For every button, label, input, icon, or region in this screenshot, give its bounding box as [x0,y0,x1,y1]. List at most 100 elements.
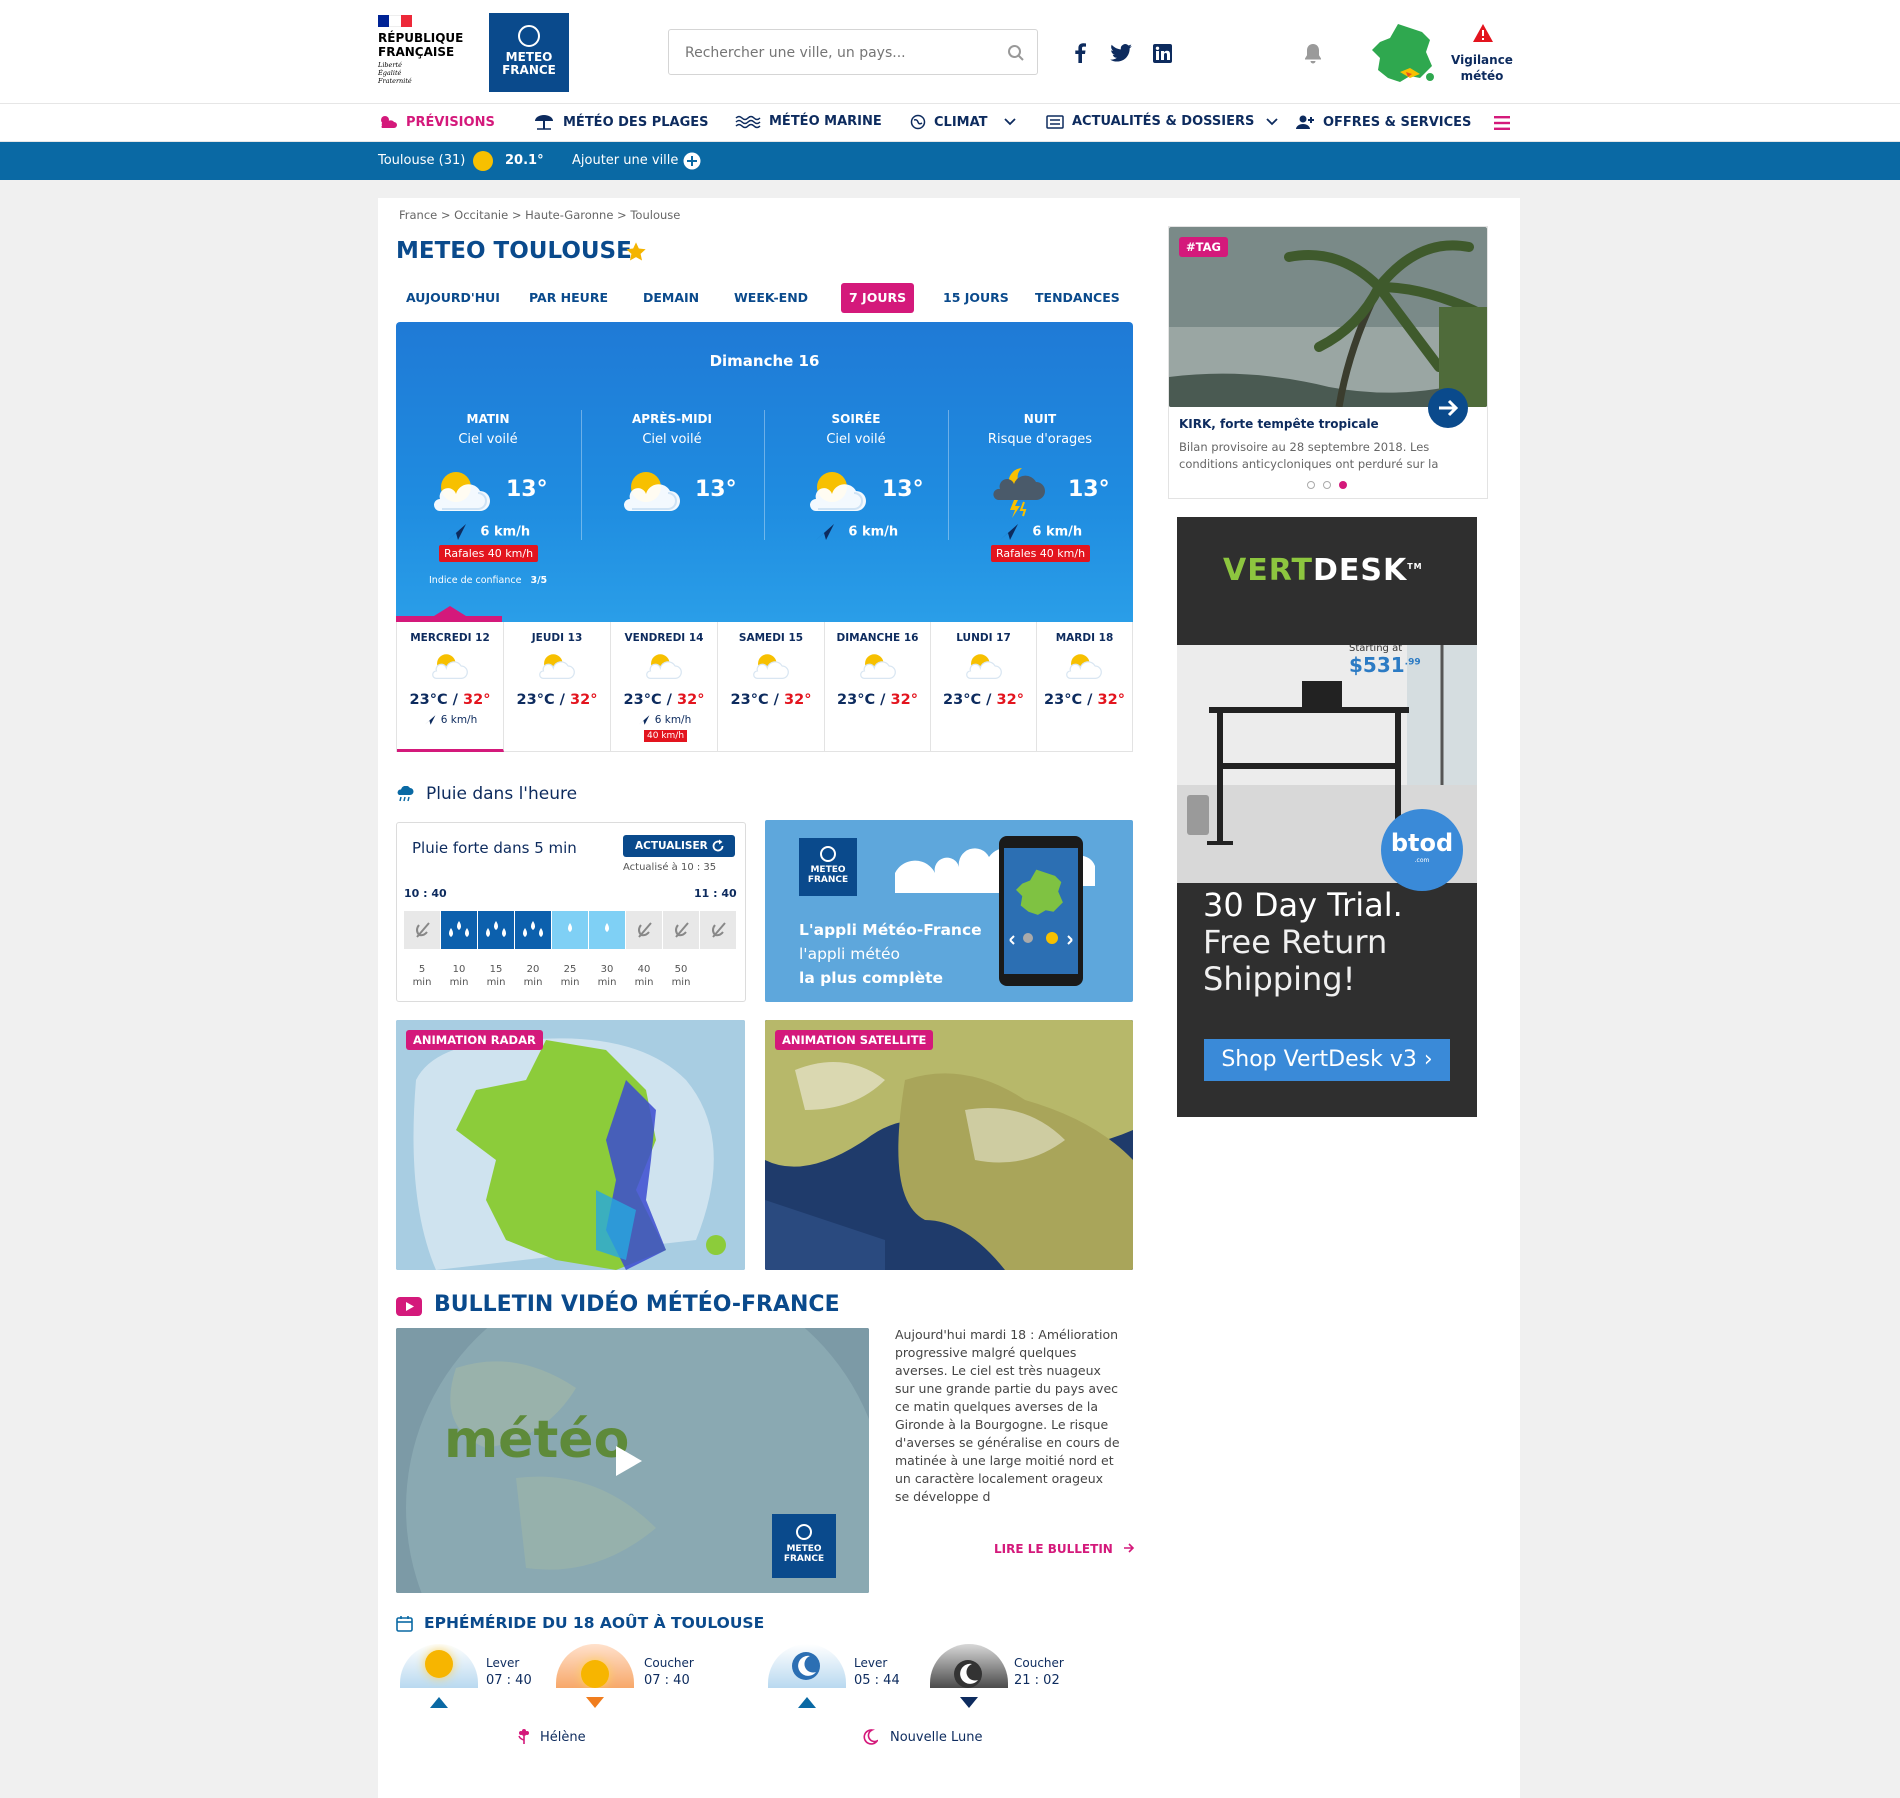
tab-week-end[interactable]: WEEK-END [734,283,808,313]
arrow-right-circle-icon[interactable] [1427,387,1469,429]
favorite-star-icon[interactable] [625,241,647,263]
rain-drops-icon [605,923,609,932]
storm-moon-icon [993,468,1045,518]
satellite-image-illustration [765,1020,1133,1270]
vigilance-map-icon[interactable] [1370,22,1438,86]
rain-slot-minutes: 5 [418,964,426,975]
newspaper-icon [1046,114,1064,129]
refresh-icon [712,839,724,852]
page-title: METEO TOULOUSE [396,238,632,264]
carousel-dot-active[interactable] [1339,481,1347,489]
rain-card: Pluie forte dans 5 min ACTUALISER Actual… [396,822,746,1002]
forecast-card: Dimanche 16 MATIN Ciel voilé 13° 6 km/h … [396,322,1133,622]
rain-slot [441,911,477,949]
search-icon[interactable] [1007,44,1025,62]
breadcrumb[interactable]: France > Occitanie > Haute-Garonne > Tou… [399,208,680,222]
btod-label: btod [1390,829,1454,857]
bell-icon[interactable] [1303,43,1323,65]
phone-screen [1004,848,1078,974]
day-vendredi-14[interactable]: VENDREDI 14 23°C / 32° 6 km/h 40 km/h [611,622,718,752]
wind-arrow-icon [638,715,650,725]
day-samedi-15[interactable]: SAMEDI 15 23°C / 32° [718,622,825,752]
day-min: 23°C [730,692,769,708]
rain-slot-time: 50 min [663,963,699,989]
ad-brand-a: VERT [1223,553,1313,588]
satellite-tag: ANIMATION SATELLITE [775,1030,934,1050]
day-jeudi-13[interactable]: JEUDI 13 23°C / 32° [504,622,611,752]
search-box[interactable] [668,29,1038,75]
sun-icon [473,151,493,171]
btod-sub: .com [1414,857,1430,864]
republique-francaise-logo[interactable]: RÉPUBLIQUE FRANÇAISE Liberté Égalité Fra… [378,15,463,85]
nav-marine[interactable]: MÉTÉO MARINE [735,114,882,129]
linkedin-icon[interactable] [1153,44,1172,63]
tab-tendances[interactable]: TENDANCES [1035,283,1120,313]
rain-slot [515,911,551,949]
tab-15-jours[interactable]: 15 JOURS [943,283,1009,313]
moon-phase-icon [863,1729,878,1745]
day-name: VENDREDI 14 [624,632,704,644]
tab-7-jours[interactable]: 7 JOURS [841,283,915,313]
twitter-icon[interactable] [1110,44,1132,62]
period-soiree: SOIRÉE Ciel voilé 13° 6 km/h [764,412,948,540]
tab-demain[interactable]: DEMAIN [643,283,699,313]
rain-slot-time: 5 min [404,963,440,989]
add-city-label[interactable]: Ajouter une ville [572,153,678,168]
nav-actualites[interactable]: ACTUALITÉS & DOSSIERS [1046,114,1279,129]
facebook-icon[interactable] [1074,43,1086,63]
ephemeride-title: EPHÉMÉRIDE DU 18 AOÛT À TOULOUSE [424,1614,765,1632]
day-lundi-17[interactable]: LUNDI 17 23°C / 32° [931,622,1037,752]
rain-slot [478,911,514,949]
video-player[interactable]: météo METEO FRANCE [396,1328,869,1593]
carousel-dot[interactable] [1323,481,1331,489]
app-promo-banner[interactable]: METEO FRANCE L'appli Météo-France l'appl… [765,820,1133,1002]
confidence-index: Indice de confiance 3/5 [429,575,547,586]
day-name: MERCREDI 12 [410,632,490,644]
day-mardi-18[interactable]: MARDI 18 23°C / 32° [1037,622,1132,752]
rain-slot-unit: min [560,977,580,988]
vigilance-link[interactable]: Vigilance météo [1450,52,1514,84]
video-logo: METEO FRANCE [772,1514,836,1578]
play-icon[interactable] [614,1444,644,1478]
news-card[interactable]: #TAG KIRK, forte tempête tropicale Bilan… [1168,226,1488,499]
day-mercredi-12[interactable]: MERCREDI 12 23°C / 32° 6 km/h [397,622,504,752]
rain-drops-icon [568,923,572,932]
app-logo-line1: METEO [810,865,846,875]
rain-slot-minutes: 50 [674,964,688,975]
wind-arrow-icon [999,524,1018,540]
nav-previsions[interactable]: PRÉVISIONS [378,114,495,130]
nav-plages[interactable]: MÉTÉO DES PLAGES [533,114,709,130]
video-icon [396,1297,422,1316]
rain-slot-unit: min [412,977,432,988]
motto-liberte: Liberté [378,61,402,69]
nav-climat[interactable]: CLIMAT [910,114,1016,130]
radar-animation[interactable]: ANIMATION RADAR [396,1020,745,1270]
period-name: NUIT [1023,412,1057,426]
read-bulletin-link[interactable]: LIRE LE BULLETIN [994,1542,1135,1556]
tab-par-heure[interactable]: PAR HEURE [529,283,608,313]
add-city-icon[interactable] [683,152,701,170]
no-rain-icon [638,922,652,938]
rain-strip: 5 min 10 min 15 min 20 min 25 min 30 min 40 min 50 min [404,911,736,1001]
citybar-city[interactable]: Toulouse (31) [378,153,465,168]
rain-slot-dry [663,911,699,949]
carousel-dot[interactable] [1307,481,1315,489]
tab-aujourdhui[interactable]: AUJOURD'HUI [406,283,500,313]
menu-icon[interactable] [1494,116,1510,130]
search-input[interactable] [685,42,985,64]
cloud-sun-icon [966,654,1002,679]
ad-cta-button[interactable]: Shop VertDesk v3 › [1204,1039,1450,1081]
day-min: 23°C [837,692,876,708]
ad-line2: Free Return [1203,923,1388,961]
day-dimanche-16[interactable]: DIMANCHE 16 23°C / 32° [825,622,931,752]
refresh-button[interactable]: ACTUALISER [623,835,735,857]
nav-offres[interactable]: OFFRES & SERVICES [1295,114,1471,130]
satellite-animation[interactable]: ANIMATION SATELLITE [765,1020,1133,1270]
news-title[interactable]: KIRK, forte tempête tropicale [1179,417,1379,431]
ad-banner[interactable]: VERTDESKTM Starting at $531.99 btod .com… [1177,517,1477,1117]
day-temps: 23°C / 32° [837,692,918,708]
day-name: DIMANCHE 16 [836,632,919,644]
phone-weather-icons [1009,932,1073,945]
meteo-france-logo[interactable]: METEO FRANCE [489,13,569,92]
warning-icon[interactable] [1472,23,1494,43]
